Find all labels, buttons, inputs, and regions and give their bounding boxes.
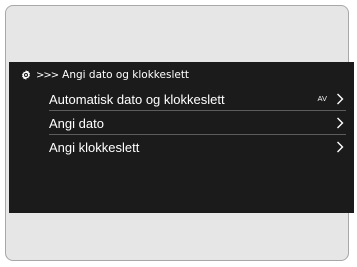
status-badge: AV: [317, 94, 327, 103]
settings-screen: >>> Angi dato og klokkeslett Automatisk …: [9, 62, 354, 213]
settings-menu: Automatisk dato og klokkeslett AV Angi d…: [9, 87, 354, 159]
breadcrumb-arrows: >>>: [36, 69, 59, 81]
chevron-right-icon: [337, 93, 344, 105]
menu-item-automatic-date-time[interactable]: Automatisk dato og klokkeslett AV: [9, 87, 354, 111]
gear-icon: [22, 70, 30, 80]
menu-item-label: Angi klokkeslett: [49, 139, 140, 155]
menu-item-set-time[interactable]: Angi klokkeslett: [9, 135, 354, 159]
chevron-right-icon: [337, 117, 344, 129]
menu-item-label: Angi dato: [49, 115, 104, 131]
menu-item-label: Automatisk dato og klokkeslett: [49, 91, 225, 107]
breadcrumb: >>> Angi dato og klokkeslett: [20, 68, 189, 82]
page-title: Angi dato og klokkeslett: [62, 69, 190, 81]
chevron-right-icon: [337, 141, 344, 153]
menu-item-set-date[interactable]: Angi dato: [9, 111, 354, 135]
